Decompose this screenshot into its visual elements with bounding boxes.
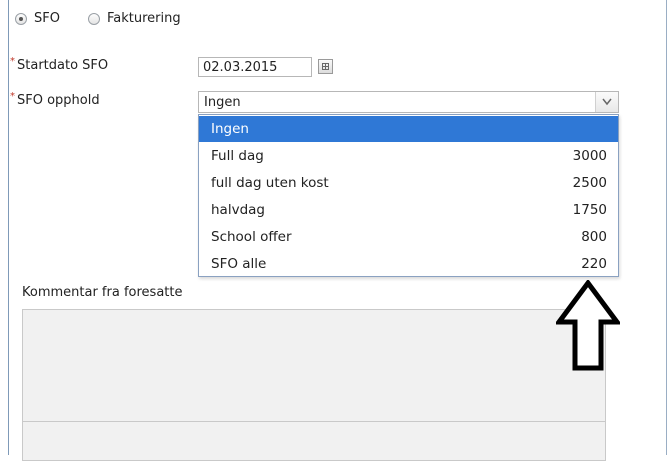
radio-fakturering[interactable]: Fakturering xyxy=(87,11,181,26)
sfo-stay-label: SFO opphold xyxy=(17,93,100,108)
radio-sfo-button[interactable] xyxy=(15,12,27,25)
start-date-input[interactable] xyxy=(198,57,312,77)
option-price: 800 xyxy=(581,229,607,245)
mode-radio-group: SFO Fakturering xyxy=(15,11,209,26)
option-price: 1750 xyxy=(572,202,607,218)
chevron-down-icon xyxy=(602,98,612,106)
comment-textarea[interactable] xyxy=(22,309,606,422)
radio-sfo-label: SFO xyxy=(34,11,60,26)
radio-fakturering-button[interactable] xyxy=(87,12,100,25)
comment-label: Kommentar fra foresatte xyxy=(22,285,183,300)
start-date-label: Startdato SFO xyxy=(17,58,109,73)
dropdown-option[interactable]: halvdag 1750 xyxy=(199,197,618,223)
dropdown-option[interactable]: School offer 800 xyxy=(199,224,618,250)
dropdown-option[interactable]: full dag uten kost 2500 xyxy=(199,170,618,196)
dropdown-option[interactable]: Full dag 3000 xyxy=(199,143,618,169)
option-label: full dag uten kost xyxy=(211,175,329,191)
option-label: halvdag xyxy=(211,202,265,218)
option-label: Ingen xyxy=(211,121,249,137)
dropdown-option[interactable]: SFO alle 220 xyxy=(199,251,618,277)
option-price: 2500 xyxy=(572,175,607,191)
radio-sfo[interactable]: SFO xyxy=(15,11,60,26)
dropdown-toggle[interactable] xyxy=(595,92,618,112)
option-price: 220 xyxy=(581,256,607,272)
required-marker: * xyxy=(10,56,15,67)
panel-left-border xyxy=(8,0,9,455)
comment-textarea-secondary[interactable] xyxy=(22,421,606,461)
calendar-button[interactable] xyxy=(318,59,333,74)
radio-fakturering-label: Fakturering xyxy=(106,11,181,26)
panel-right-border xyxy=(666,0,667,455)
option-label: SFO alle xyxy=(211,256,267,272)
option-label: Full dag xyxy=(211,148,264,164)
calendar-icon xyxy=(322,63,329,70)
up-arrow-icon xyxy=(556,280,620,371)
sfo-stay-select[interactable]: Ingen xyxy=(198,91,619,113)
option-label: School offer xyxy=(211,229,292,245)
sfo-stay-dropdown-list: Ingen Full dag 3000 full dag uten kost 2… xyxy=(198,114,619,277)
dropdown-option[interactable]: Ingen xyxy=(199,116,618,142)
required-marker: * xyxy=(10,91,15,102)
sfo-stay-selected-value: Ingen xyxy=(204,95,241,110)
option-price: 3000 xyxy=(572,148,607,164)
